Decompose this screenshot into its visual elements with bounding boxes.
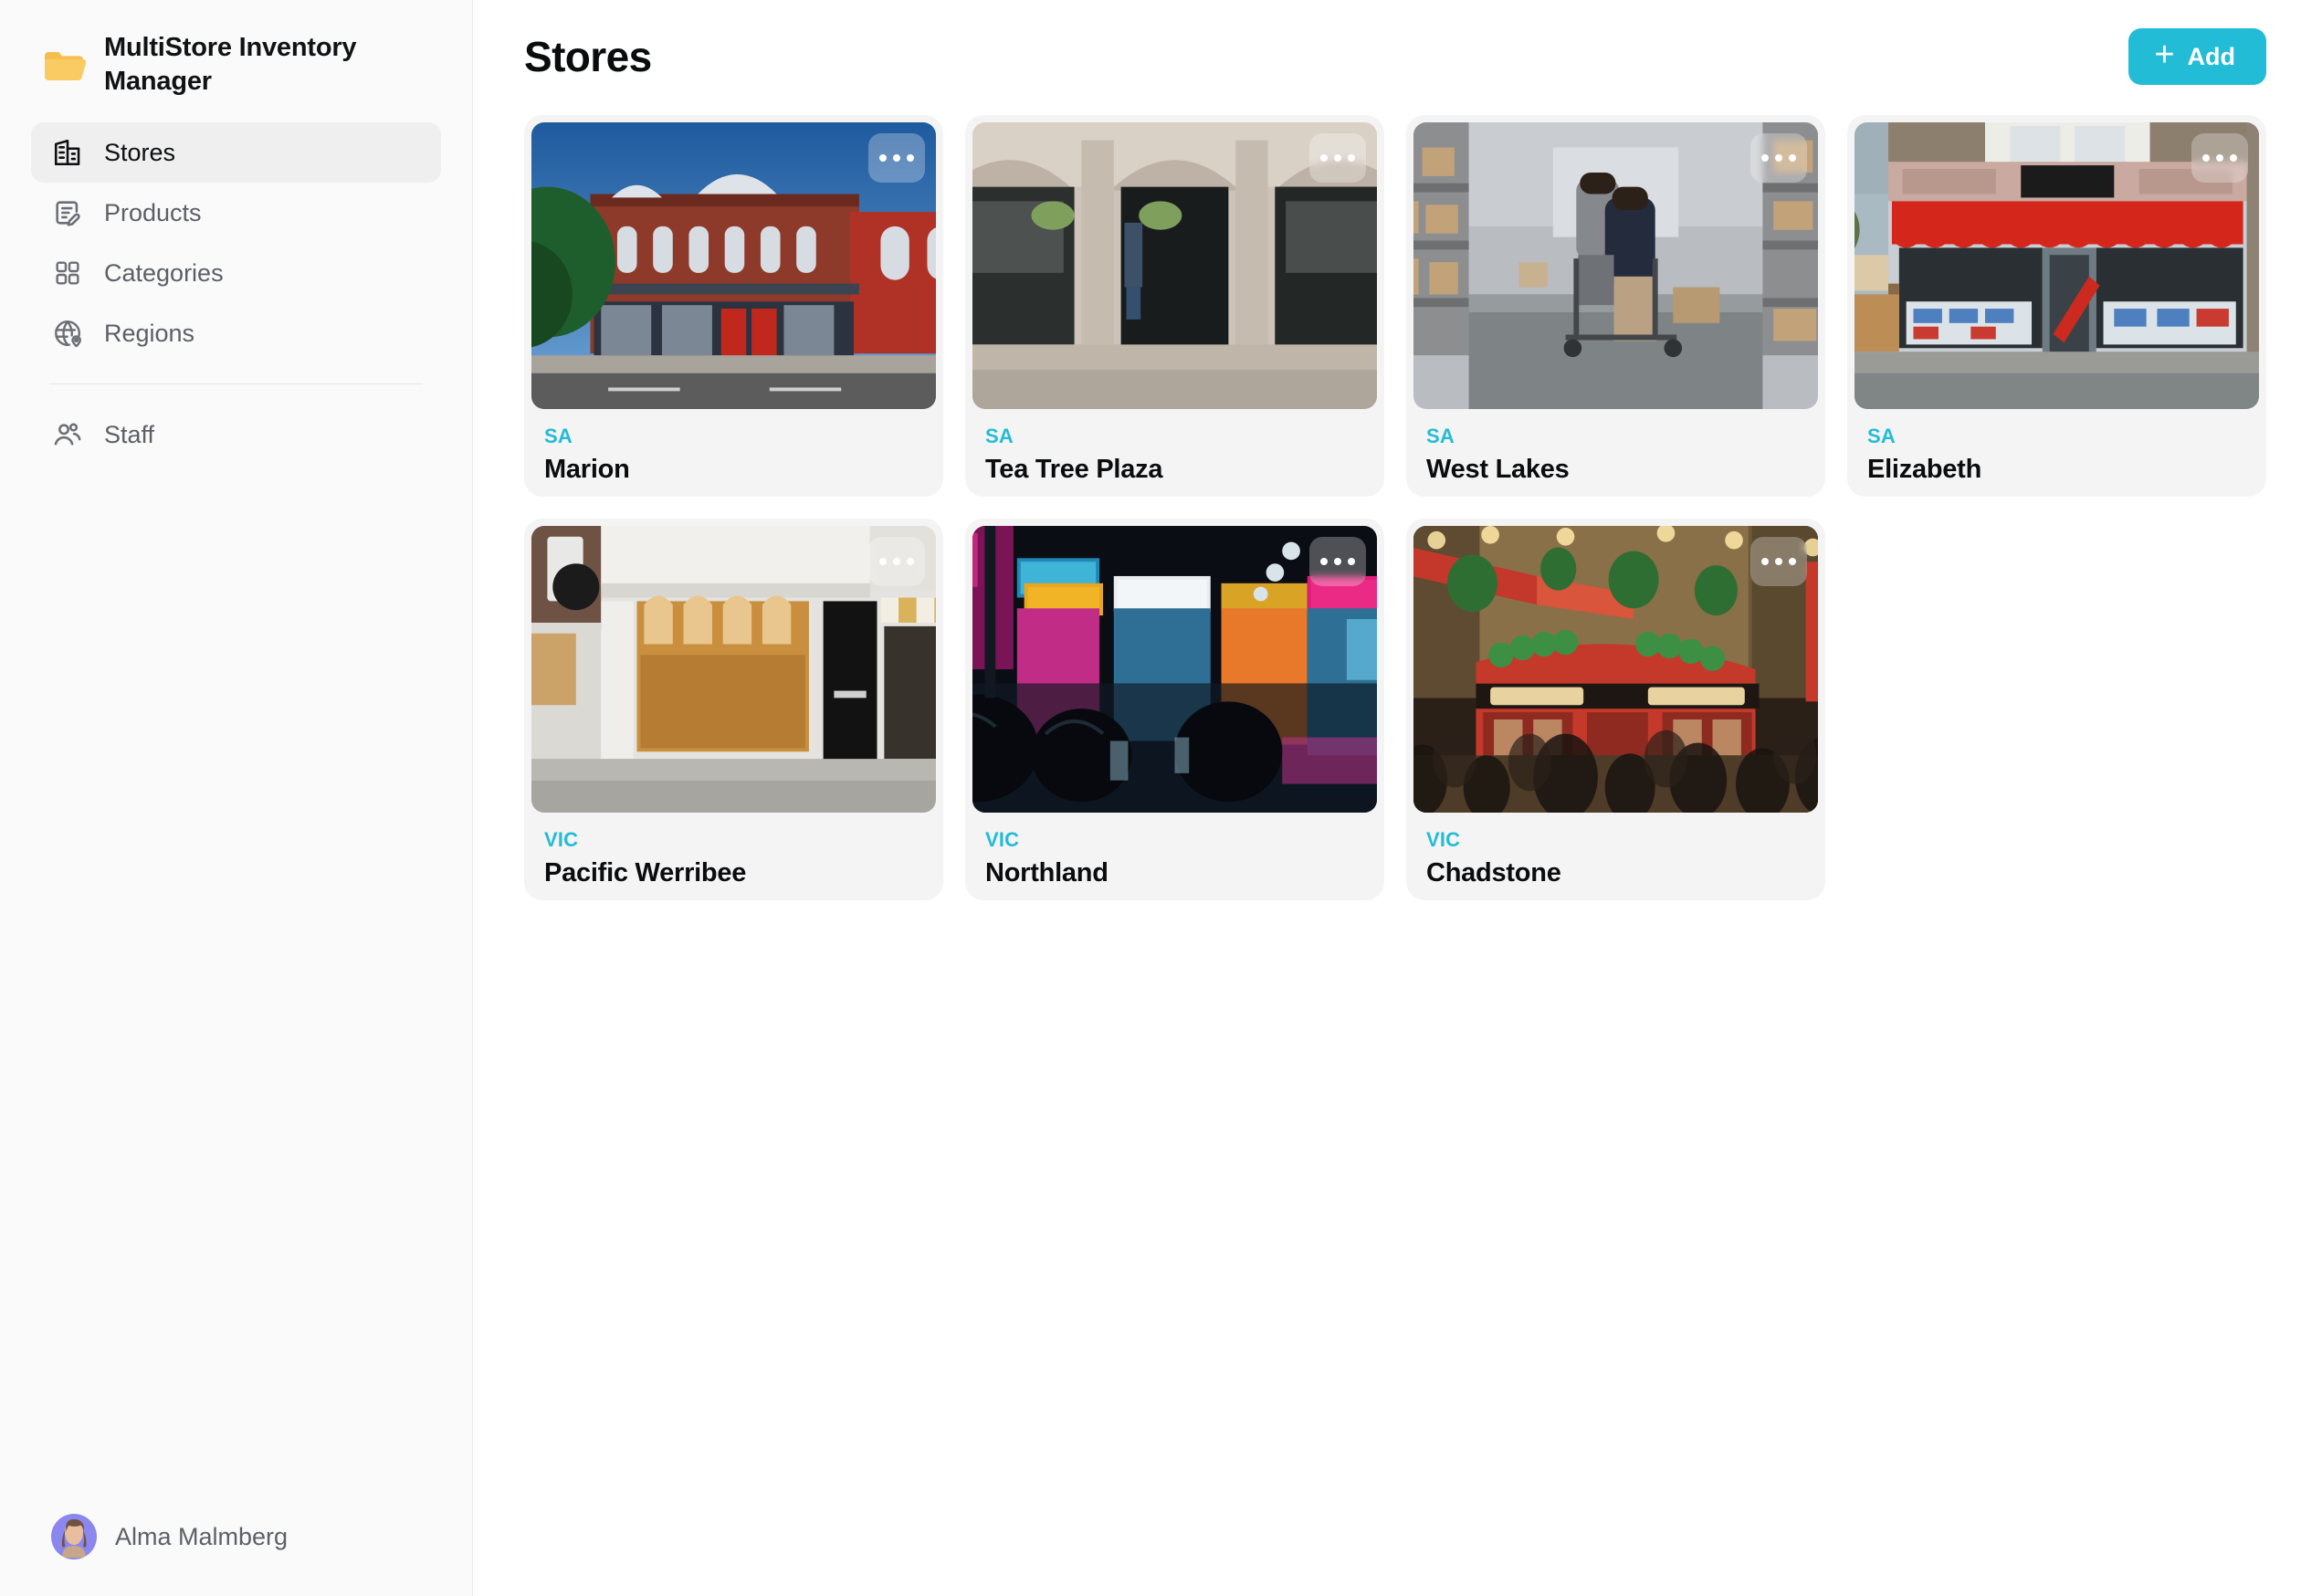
store-region: SA: [1867, 425, 1896, 447]
page-title: Stores: [524, 33, 652, 80]
sidebar-item-stores[interactable]: Stores: [31, 122, 441, 183]
store-card[interactable]: VIC Northland: [965, 519, 1384, 900]
sidebar-item-label: Stores: [104, 138, 176, 166]
globe-pin-icon: [51, 317, 84, 350]
card-menu-button[interactable]: [868, 133, 925, 183]
sidebar-nav: Stores Products Categories Regions Staff: [31, 122, 441, 465]
store-name: Tea Tree Plaza: [985, 455, 1163, 485]
store-card-body: VIC Northland: [972, 813, 1377, 889]
brand-title: MultiStore Inventory Manager: [104, 32, 357, 96]
store-thumbnail: [1854, 122, 2259, 409]
main-content: Stores + Add SA Marion SA Tea Tree Plaza…: [473, 0, 2301, 1596]
store-name: Pacific Werribee: [544, 858, 747, 888]
store-region: VIC: [544, 828, 579, 851]
store-card-body: VIC Pacific Werribee: [531, 813, 936, 889]
ellipsis-icon: [1761, 558, 1769, 565]
users-icon: [51, 418, 84, 451]
store-card[interactable]: SA Marion: [524, 115, 943, 497]
store-region: VIC: [1426, 828, 1461, 851]
store-thumbnail: [1413, 526, 1818, 813]
avatar: [51, 1514, 97, 1559]
store-region: SA: [544, 425, 573, 447]
sidebar-divider: [49, 383, 423, 384]
store-thumbnail: [972, 122, 1377, 409]
store-card[interactable]: SA Elizabeth: [1847, 115, 2266, 497]
card-menu-button[interactable]: [1309, 133, 1366, 183]
store-region: SA: [1426, 425, 1455, 447]
open-folder-icon: [40, 41, 88, 89]
store-card-body: SA Tea Tree Plaza: [972, 409, 1377, 486]
sidebar-item-categories[interactable]: Categories: [31, 243, 441, 303]
store-grid: SA Marion SA Tea Tree Plaza SA West Lake…: [524, 115, 2266, 900]
app-root: MultiStore Inventory Manager Stores Prod…: [0, 0, 2301, 1596]
sidebar-item-label: Products: [104, 198, 202, 226]
sidebar-item-label: Staff: [104, 420, 155, 448]
store-thumbnail: [531, 122, 936, 409]
store-name: West Lakes: [1426, 455, 1570, 485]
sidebar-user[interactable]: Alma Malmberg: [31, 1514, 441, 1596]
grid-squares-icon: [51, 257, 84, 289]
plus-icon: +: [2154, 36, 2175, 74]
ellipsis-icon: [879, 154, 887, 162]
store-region: SA: [985, 425, 1014, 447]
store-card-body: VIC Chadstone: [1413, 813, 1818, 889]
store-card-body: SA Marion: [531, 409, 936, 486]
store-name: Elizabeth: [1867, 455, 1982, 485]
ellipsis-icon: [1320, 154, 1328, 162]
brand: MultiStore Inventory Manager: [31, 0, 441, 106]
ellipsis-icon: [2202, 154, 2210, 162]
store-thumbnail: [1413, 122, 1818, 409]
store-card-body: SA Elizabeth: [1854, 409, 2259, 486]
store-card-body: SA West Lakes: [1413, 409, 1818, 486]
store-card[interactable]: VIC Chadstone: [1406, 519, 1825, 900]
store-thumbnail: [531, 526, 936, 813]
ellipsis-icon: [879, 558, 887, 565]
store-card[interactable]: SA West Lakes: [1406, 115, 1825, 497]
card-menu-button[interactable]: [1750, 537, 1807, 586]
building-icon: [51, 136, 84, 169]
document-edit-icon: [51, 196, 84, 229]
store-card[interactable]: SA Tea Tree Plaza: [965, 115, 1384, 497]
card-menu-button[interactable]: [1750, 133, 1807, 183]
store-card[interactable]: VIC Pacific Werribee: [524, 519, 943, 900]
page-header: Stores + Add: [524, 0, 2266, 106]
sidebar-item-label: Regions: [104, 319, 195, 347]
sidebar: MultiStore Inventory Manager Stores Prod…: [0, 0, 473, 1596]
sidebar-item-products[interactable]: Products: [31, 183, 441, 243]
sidebar-item-regions[interactable]: Regions: [31, 303, 441, 363]
card-menu-button[interactable]: [868, 537, 925, 586]
store-name: Northland: [985, 858, 1108, 888]
card-menu-button[interactable]: [1309, 537, 1366, 586]
ellipsis-icon: [1320, 558, 1328, 565]
store-name: Chadstone: [1426, 858, 1561, 888]
add-button-label: Add: [2187, 42, 2235, 70]
store-name: Marion: [544, 455, 630, 485]
sidebar-item-label: Categories: [104, 258, 224, 287]
add-button[interactable]: + Add: [2128, 28, 2266, 85]
user-name: Alma Malmberg: [115, 1522, 289, 1550]
store-thumbnail: [972, 526, 1377, 813]
card-menu-button[interactable]: [2191, 133, 2248, 183]
sidebar-item-staff[interactable]: Staff: [31, 404, 441, 465]
store-region: VIC: [985, 828, 1020, 851]
ellipsis-icon: [1761, 154, 1769, 162]
